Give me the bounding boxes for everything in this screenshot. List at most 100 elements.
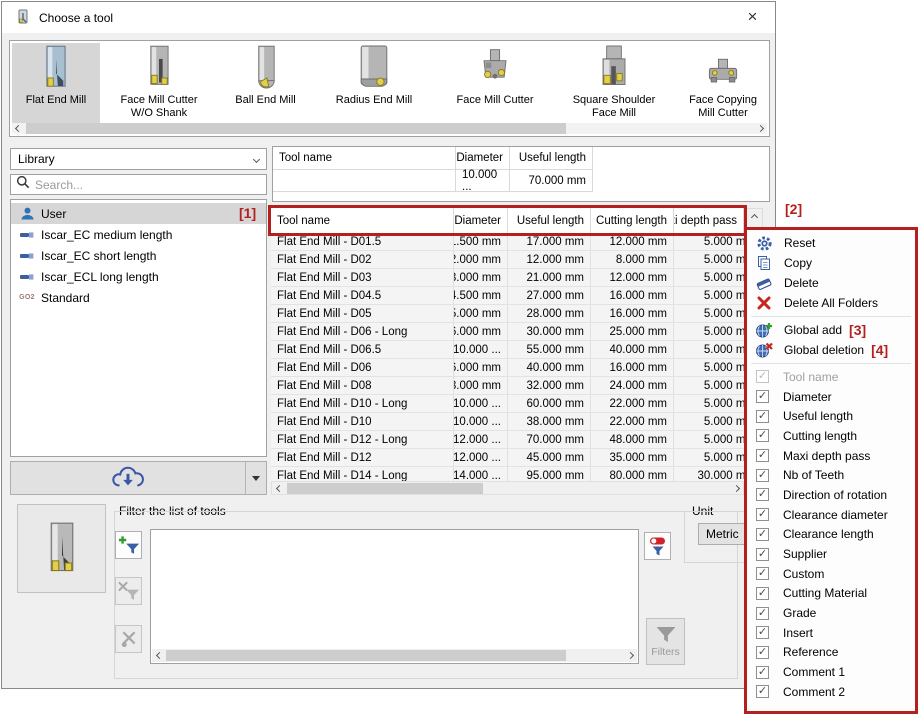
sidebar-item-user[interactable]: User — [11, 203, 266, 224]
checkbox-icon[interactable]: ✓ — [756, 666, 769, 679]
column-toggle-reference[interactable]: ✓Reference — [747, 643, 915, 663]
table-row[interactable]: Flat End Mill - D01.51.500 mm17.000 mm12… — [271, 233, 762, 251]
checkbox-icon[interactable]: ✓ — [756, 528, 769, 541]
menu-item-global-deletion[interactable]: Global deletion[4] — [747, 340, 915, 360]
column-header-useful-length[interactable]: Useful length — [508, 208, 591, 233]
column-toggle-cutting-length[interactable]: ✓Cutting length — [747, 426, 915, 446]
checkbox-icon[interactable]: ✓ — [756, 508, 769, 521]
table-row[interactable]: Flat End Mill - D033.000 mm21.000 mm12.0… — [271, 269, 762, 287]
table-row[interactable]: Flat End Mill - D088.000 mm32.000 mm24.0… — [271, 377, 762, 395]
checkbox-icon[interactable]: ✓ — [756, 390, 769, 403]
table-row[interactable]: Flat End Mill - D055.000 mm28.000 mm16.0… — [271, 305, 762, 323]
column-toggle-direction-of-rotation[interactable]: ✓Direction of rotation — [747, 485, 915, 505]
table-row[interactable]: Flat End Mill - D04.54.500 mm27.000 mm16… — [271, 287, 762, 305]
column-toggle-cutting-material[interactable]: ✓Cutting Material — [747, 584, 915, 604]
toolstrip-item-ball-end-mill[interactable]: Ball End Mill — [218, 43, 313, 124]
table-row[interactable]: Flat End Mill - D1212.000 ...45.000 mm35… — [271, 449, 762, 467]
download-options-arrow[interactable] — [246, 462, 266, 494]
filter-list[interactable] — [150, 529, 639, 664]
toolstrip-item-square-shoulder[interactable]: Square Shoulder Face Mill — [555, 43, 673, 124]
toolstrip-scrollbar[interactable] — [12, 123, 767, 134]
checkbox-icon[interactable]: ✓ — [756, 567, 769, 580]
scroll-left-icon[interactable] — [152, 649, 166, 662]
column-toggle-grade[interactable]: ✓Grade — [747, 603, 915, 623]
table-row[interactable]: Flat End Mill - D1010.000 ...38.000 mm22… — [271, 413, 762, 431]
column-toggle-custom[interactable]: ✓Custom — [747, 564, 915, 584]
filter-list-scroll-thumb[interactable] — [166, 650, 566, 661]
table-row[interactable]: Flat End Mill - D022.000 mm12.000 mm8.00… — [271, 251, 762, 269]
checkbox-icon[interactable]: ✓ — [756, 548, 769, 561]
checkbox-icon[interactable]: ✓ — [756, 488, 769, 501]
toolstrip-item-flat-end-mill[interactable]: Flat End Mill — [12, 43, 100, 124]
column-toggle-useful-length[interactable]: ✓Useful length — [747, 406, 915, 426]
tool-table-scroll-thumb[interactable] — [287, 483, 483, 494]
table-row[interactable]: Flat End Mill - D06 - Long6.000 mm30.000… — [271, 323, 762, 341]
checkbox-icon[interactable]: ✓ — [756, 607, 769, 620]
table-row[interactable]: Flat End Mill - D06.510.000 ...55.000 mm… — [271, 341, 762, 359]
cloud-download-icon — [11, 462, 246, 494]
checkbox-icon[interactable]: ✓ — [756, 469, 769, 482]
tool-table-header[interactable]: Tool nameDiameterUseful lengthCutting le… — [271, 208, 744, 233]
column-header-cutting-length[interactable]: Cutting length — [591, 208, 674, 233]
toolstrip-item-face-mill-cutter[interactable]: Face Mill Cutter — [435, 43, 555, 124]
table-row[interactable]: Flat End Mill - D066.000 mm40.000 mm16.0… — [271, 359, 762, 377]
cell-value: 10.000 ... — [454, 413, 508, 430]
scroll-left-icon[interactable] — [272, 482, 286, 495]
filter-list-scrollbar[interactable] — [152, 649, 637, 662]
sidebar-item-iscar-ecl-long-length[interactable]: Iscar_ECL long length — [11, 266, 266, 287]
column-toggle-comment-1[interactable]: ✓Comment 1 — [747, 662, 915, 682]
cell-value: 12.000 mm — [591, 269, 674, 286]
scroll-right-icon[interactable] — [754, 123, 767, 134]
sidebar-item-iscar-ec-short-length[interactable]: Iscar_EC short length — [11, 245, 266, 266]
column-toggle-maxi-depth-pass[interactable]: ✓Maxi depth pass — [747, 446, 915, 466]
cloud-download-button[interactable] — [10, 461, 267, 495]
copy-icon — [754, 255, 774, 271]
menu-item-copy[interactable]: Copy — [747, 253, 915, 273]
scroll-up-icon[interactable] — [746, 209, 762, 226]
checkbox-label: Nb of Teeth — [783, 468, 844, 482]
toolstrip-item-radius-end-mill[interactable]: Radius End Mill — [313, 43, 435, 124]
flat-end-mill-preview-icon — [38, 521, 86, 577]
unit-dropdown[interactable]: Metric — [698, 523, 747, 545]
library-dropdown[interactable]: Library — [10, 148, 267, 170]
checkbox-icon[interactable]: ✓ — [756, 646, 769, 659]
menu-item-reset[interactable]: Reset — [747, 233, 915, 253]
checkbox-icon[interactable]: ✓ — [756, 587, 769, 600]
checkbox-icon[interactable]: ✓ — [756, 449, 769, 462]
toolstrip-scroll-thumb[interactable] — [26, 123, 566, 134]
scroll-right-icon[interactable] — [623, 649, 637, 662]
column-toggle-insert[interactable]: ✓Insert — [747, 623, 915, 643]
checkbox-icon[interactable]: ✓ — [756, 410, 769, 423]
toggle-filter-button[interactable] — [644, 532, 671, 560]
column-toggle-comment-2[interactable]: ✓Comment 2 — [747, 682, 915, 702]
sidebar-item-iscar-ec-medium-length[interactable]: Iscar_EC medium length — [11, 224, 266, 245]
scroll-right-icon[interactable] — [729, 482, 743, 495]
column-toggle-nb-of-teeth[interactable]: ✓ Nb of Teeth — [747, 465, 915, 485]
checkbox-icon[interactable]: ✓ — [756, 685, 769, 698]
column-toggle-clearance-diameter[interactable]: ✓Clearance diameter — [747, 505, 915, 525]
search-input[interactable] — [35, 178, 261, 192]
column-toggle-diameter[interactable]: ✓Diameter — [747, 387, 915, 407]
checkbox-icon[interactable]: ✓ — [756, 626, 769, 639]
checkbox-icon[interactable]: ✓ — [756, 429, 769, 442]
menu-item-global-add[interactable]: Global add[3] — [747, 320, 915, 340]
toolstrip-item-face-copying[interactable]: Face Copying Mill Cutter — [673, 43, 770, 124]
table-row[interactable]: Flat End Mill - D10 - Long10.000 ...60.0… — [271, 395, 762, 413]
table-row[interactable]: Flat End Mill - D14 - Long14.000 ...95.0… — [271, 467, 762, 481]
column-toggle-clearance-length[interactable]: ✓Clearance length — [747, 525, 915, 545]
column-header-maxi-depth-pass[interactable]: Maxi depth pass — [674, 208, 744, 233]
close-button[interactable]: × — [730, 2, 775, 32]
column-header-tool-name[interactable]: Tool name — [271, 208, 454, 233]
menu-item-delete[interactable]: Delete — [747, 273, 915, 293]
ball-end-mill-icon — [246, 44, 286, 92]
table-row[interactable]: Flat End Mill - D12 - Long12.000 ...70.0… — [271, 431, 762, 449]
tool-table-horizontal-scrollbar[interactable] — [271, 481, 744, 495]
scroll-left-icon[interactable] — [12, 123, 25, 134]
toolstrip-item-face-mill-cutter[interactable]: Face Mill Cutter W/O Shank — [100, 43, 218, 124]
add-filter-button[interactable] — [115, 531, 142, 559]
column-header-diameter[interactable]: Diameter — [454, 208, 508, 233]
sidebar-item-standard[interactable]: GO2Standard — [11, 287, 266, 308]
search-box[interactable] — [10, 174, 267, 195]
column-toggle-supplier[interactable]: ✓Supplier — [747, 544, 915, 564]
menu-item-delete-all-folders[interactable]: Delete All Folders — [747, 293, 915, 313]
